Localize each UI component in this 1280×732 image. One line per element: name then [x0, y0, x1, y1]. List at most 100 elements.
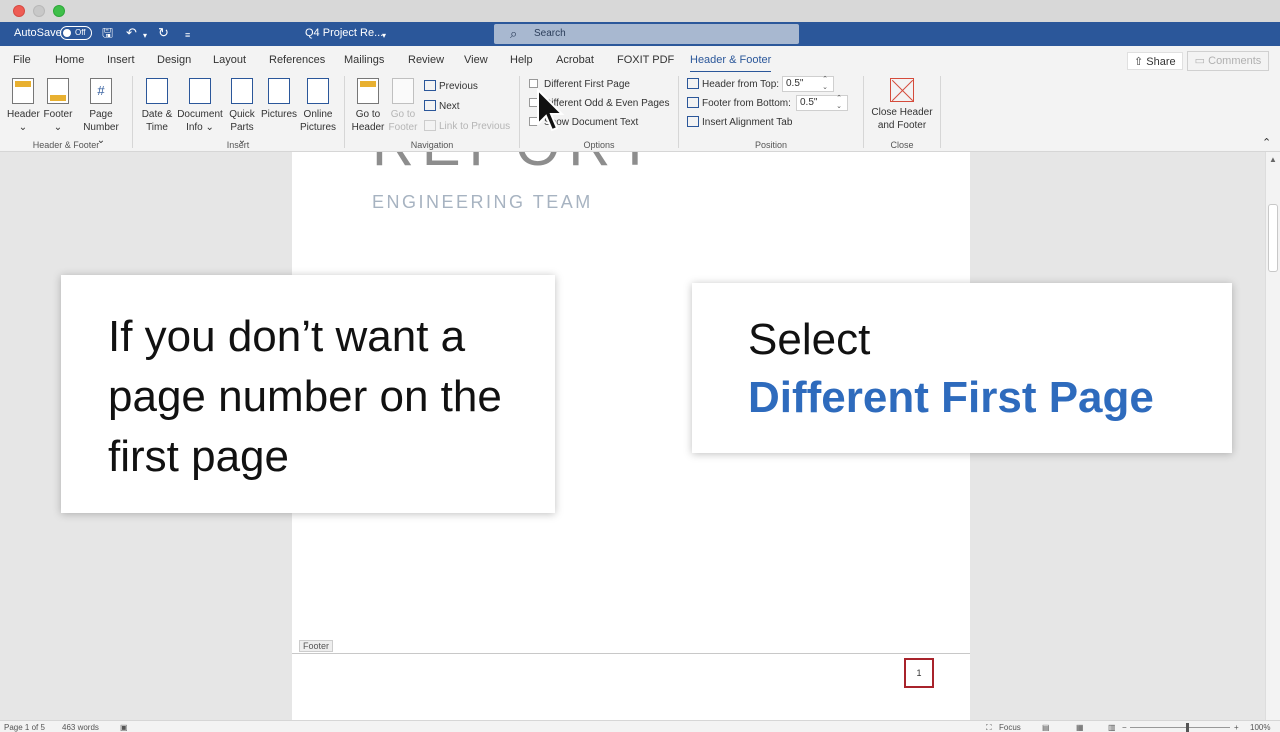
go-to-footer-label-1: Go to: [390, 109, 416, 120]
document-info-icon: [189, 78, 211, 104]
document-info-button[interactable]: Document Info ⌄: [176, 78, 224, 134]
insert-alignment-tab-label: Insert Alignment Tab: [702, 117, 793, 128]
header-icon: [12, 78, 34, 104]
header-from-top-input[interactable]: 0.5": [782, 75, 834, 92]
tab-acrobat[interactable]: Acrobat: [556, 54, 594, 66]
previous-button[interactable]: Previous: [424, 80, 478, 92]
search-box[interactable]: ⌕ Search: [494, 24, 799, 44]
tab-design[interactable]: Design: [157, 54, 191, 66]
footer-button[interactable]: Footer ⌄: [42, 78, 74, 134]
focus-label[interactable]: Focus: [999, 723, 1021, 732]
title-dropdown-icon[interactable]: ▾: [382, 29, 386, 43]
go-to-header-button[interactable]: Go to Header: [350, 78, 386, 134]
tab-review[interactable]: Review: [408, 54, 444, 66]
close-label-2: and Footer: [877, 120, 927, 131]
header-button[interactable]: Header ⌄: [7, 78, 40, 134]
autosave-toggle[interactable]: Off: [60, 26, 92, 40]
page-count-status[interactable]: Page 1 of 5: [4, 723, 45, 732]
group-label-insert: Insert: [226, 140, 250, 150]
window-titlebar: [0, 0, 1280, 22]
tab-home[interactable]: Home: [55, 54, 84, 66]
checkbox-icon: [529, 79, 538, 88]
date-time-label-1: Date &: [141, 109, 173, 120]
header-label: Header: [7, 109, 40, 120]
zoom-slider-knob[interactable]: [1186, 723, 1189, 732]
quick-parts-icon: [231, 78, 253, 104]
online-pictures-button[interactable]: Online Pictures: [299, 78, 337, 134]
next-icon: [424, 100, 436, 111]
date-time-label-2: Time: [146, 122, 168, 133]
collapse-ribbon-icon[interactable]: ⌃: [1262, 136, 1271, 149]
vertical-scrollbar[interactable]: ▲: [1265, 152, 1280, 720]
comments-button[interactable]: ▭ Comments: [1187, 51, 1269, 71]
online-pictures-label-2: Pictures: [299, 122, 337, 133]
footer-position-icon: [687, 97, 699, 108]
tab-foxit-pdf[interactable]: FOXIT PDF: [617, 54, 674, 66]
zoom-out-icon[interactable]: −: [1122, 723, 1127, 732]
tab-insert[interactable]: Insert: [107, 54, 135, 66]
footer-tag: Footer: [299, 640, 334, 652]
customize-toolbar-icon[interactable]: ≡: [185, 28, 190, 42]
web-layout-icon[interactable]: ▥: [1108, 723, 1116, 732]
group-separator: [863, 76, 864, 148]
redo-icon[interactable]: ↻: [158, 26, 169, 40]
go-to-footer-icon: [392, 78, 414, 104]
tab-header-footer[interactable]: Header & Footer: [690, 54, 772, 73]
close-window-button[interactable]: [13, 5, 25, 17]
next-button[interactable]: Next: [424, 100, 460, 112]
group-label-position: Position: [754, 140, 788, 150]
link-icon: [424, 120, 436, 131]
group-label-options: Options: [583, 140, 615, 150]
scroll-up-icon[interactable]: ▲: [1269, 155, 1277, 164]
status-bar: Page 1 of 5 463 words ▣ ⛶ Focus ▤ ▦ ▥ − …: [0, 720, 1280, 732]
tab-references[interactable]: References: [269, 54, 325, 66]
proofing-icon[interactable]: ▣: [120, 723, 128, 732]
footer-label: Footer: [43, 109, 73, 120]
link-to-previous-button[interactable]: Link to Previous: [424, 120, 510, 132]
zoom-level[interactable]: 100%: [1250, 723, 1270, 732]
close-icon: [890, 78, 914, 102]
undo-dropdown-icon[interactable]: ▾: [143, 29, 147, 43]
search-placeholder: Search: [534, 28, 566, 39]
print-layout-icon[interactable]: ▦: [1076, 723, 1084, 732]
scrollbar-thumb[interactable]: [1268, 204, 1278, 272]
document-subtitle: ENGINEERING TEAM: [372, 192, 593, 212]
zoom-slider[interactable]: [1130, 727, 1230, 728]
tab-help[interactable]: Help: [510, 54, 533, 66]
page-number-icon: #: [90, 78, 112, 104]
footer-from-bottom-input[interactable]: 0.5": [796, 94, 848, 111]
go-to-footer-button[interactable]: Go to Footer: [386, 78, 420, 134]
page-number-label-2: Number: [83, 122, 119, 133]
focus-icon[interactable]: ⛶: [986, 723, 992, 732]
close-header-footer-button[interactable]: Close Header and Footer: [868, 78, 936, 132]
word-count-status[interactable]: 463 words: [62, 723, 99, 732]
header-from-top-text: Header from Top:: [702, 79, 780, 90]
callout-right-line1: Select: [748, 315, 871, 364]
minimize-window-button[interactable]: [33, 5, 45, 17]
tab-view[interactable]: View: [464, 54, 488, 66]
save-icon[interactable]: 🖫: [102, 26, 113, 40]
comments-label: Comments: [1208, 55, 1262, 67]
page-number-field[interactable]: 1: [904, 658, 934, 688]
pictures-button[interactable]: Pictures: [260, 78, 298, 121]
document-title[interactable]: Q4 Project Re...: [305, 27, 383, 39]
page-number-button[interactable]: # Page Number ⌄: [78, 78, 124, 147]
zoom-in-icon[interactable]: +: [1234, 723, 1239, 732]
share-button[interactable]: ⇧ Share: [1127, 52, 1183, 70]
undo-icon[interactable]: ↶: [126, 26, 137, 40]
ribbon: Header ⌄ Footer ⌄ # Page Number ⌄ Header &…: [0, 72, 1280, 152]
quick-parts-button[interactable]: Quick Parts ⌄: [226, 78, 258, 147]
tab-mailings[interactable]: Mailings: [344, 54, 384, 66]
insert-alignment-tab-button[interactable]: Insert Alignment Tab: [687, 116, 792, 128]
chevron-down-icon: ⌄: [18, 122, 28, 133]
read-mode-icon[interactable]: ▤: [1042, 723, 1050, 732]
tab-layout[interactable]: Layout: [213, 54, 246, 66]
app-bar: AutoSave Off 🖫 ↶ ▾ ↻ ≡ Q4 Project Re... …: [0, 22, 1280, 46]
go-to-header-icon: [357, 78, 379, 104]
group-separator: [344, 76, 345, 148]
date-time-button[interactable]: Date & Time: [138, 78, 176, 134]
document-info-label-2: Info: [186, 122, 203, 133]
page-number-label-1: Page: [89, 109, 113, 120]
zoom-window-button[interactable]: [53, 5, 65, 17]
tab-file[interactable]: File: [13, 54, 31, 66]
